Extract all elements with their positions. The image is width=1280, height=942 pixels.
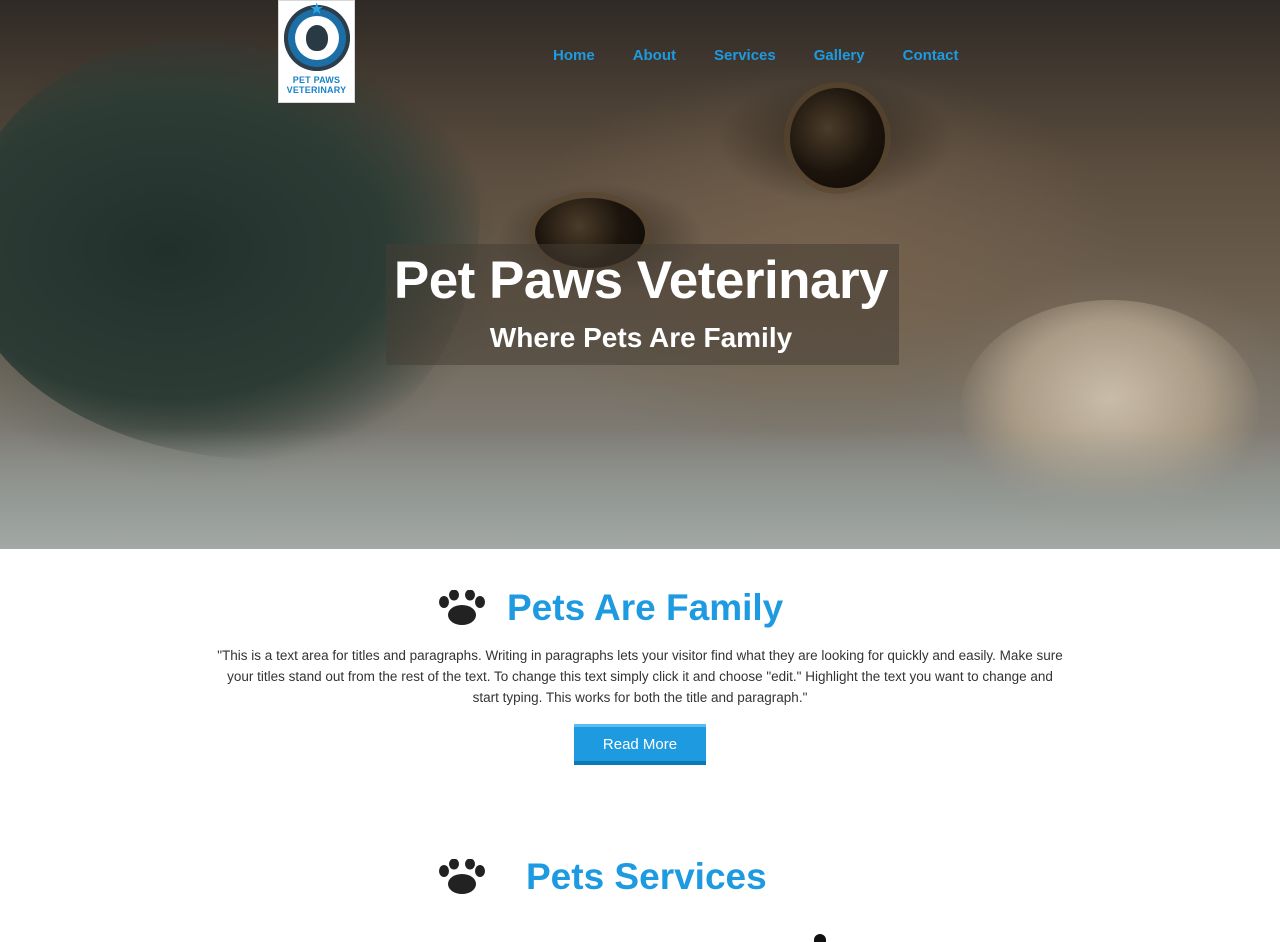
logo-line-2: VETERINARY xyxy=(286,85,347,95)
logo-text: PET PAWS VETERINARY xyxy=(287,75,347,95)
intro-paragraph: "This is a text area for titles and para… xyxy=(217,648,1063,705)
hero-subtitle: Where Pets Are Family xyxy=(489,322,793,353)
logo-star-icon: ★ xyxy=(309,1,324,18)
main-nav: Home About Services Gallery Contact xyxy=(553,47,996,64)
intro-title: Pets Are Family xyxy=(507,587,784,628)
nav-contact[interactable]: Contact xyxy=(903,47,959,64)
nav-services[interactable]: Services xyxy=(714,47,776,64)
read-more-button[interactable]: Read More xyxy=(574,724,706,765)
paw-icon xyxy=(439,590,485,625)
services-title: Pets Services xyxy=(526,856,767,897)
hero-floor-shade xyxy=(0,429,1280,549)
hero-cat-eye-right xyxy=(790,88,885,188)
nav-gallery[interactable]: Gallery xyxy=(814,47,865,64)
nav-home[interactable]: Home xyxy=(553,47,595,64)
site-logo[interactable]: ★ PET PAWS VETERINARY xyxy=(278,0,355,103)
paw-icon xyxy=(439,859,485,894)
cropped-content-fragment xyxy=(814,934,826,942)
logo-dog-cat-icon: ★ xyxy=(283,1,350,71)
nav-about[interactable]: About xyxy=(633,47,676,64)
logo-line-1: PET PAWS xyxy=(292,75,341,85)
hero-title: Pet Paws Veterinary xyxy=(393,251,889,310)
